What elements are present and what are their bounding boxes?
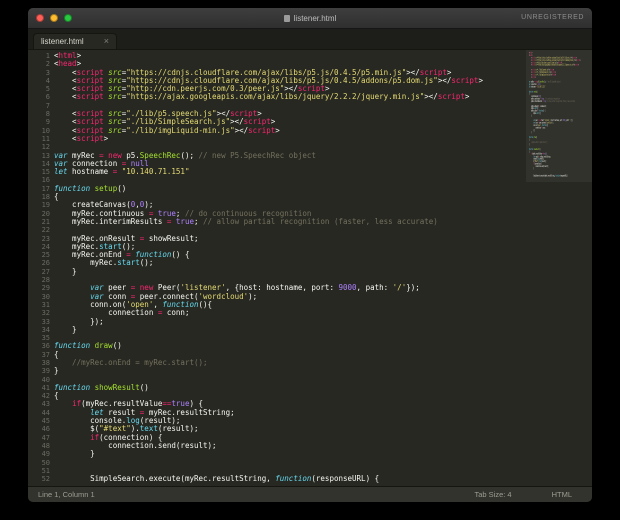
code-lines[interactable]: <html> <head> <script src="https://cdnjs.… (54, 50, 526, 486)
line-number: 44 (41, 408, 50, 417)
line-number: 24 (41, 242, 50, 251)
tab-size-indicator[interactable]: Tab Size: 4 (474, 490, 511, 499)
line-number: 17 (41, 184, 50, 193)
line-number: 38 (41, 358, 50, 367)
cursor-position-label: Line 1, Column 1 (38, 490, 95, 499)
code-line: } (54, 366, 59, 376)
code-line: } (54, 324, 77, 334)
minimap-content: <html> <head> <script src="https://cdnjs.… (529, 51, 581, 178)
line-number: 12 (41, 143, 50, 152)
line-number: 15 (41, 168, 50, 177)
line-number: 8 (45, 110, 50, 119)
code-line: }); (54, 316, 104, 326)
line-number: 40 (41, 375, 50, 384)
tab-bar: listener.html × (28, 29, 592, 50)
line-number: 34 (41, 325, 50, 334)
line-number: 36 (41, 342, 50, 351)
line-number: 7 (45, 101, 50, 110)
line-number: 23 (41, 234, 50, 243)
line-number: 39 (41, 367, 50, 376)
code-line: <script> (54, 133, 109, 143)
registration-status-label: UNREGISTERED (521, 14, 584, 21)
line-number: 28 (41, 276, 50, 285)
line-number: 45 (41, 417, 50, 426)
code-line: connection = conn; (54, 308, 190, 318)
line-number: 26 (41, 259, 50, 268)
line-number: 19 (41, 201, 50, 210)
code-line: <html> (54, 51, 82, 60)
code-line: myRec.interimResults = true; // allow pa… (54, 216, 438, 226)
line-number: 49 (41, 450, 50, 459)
close-window-button[interactable] (36, 14, 44, 22)
code-line: SimpleSearch.execute(myRec.resultString,… (54, 474, 380, 484)
traffic-lights (28, 14, 72, 22)
zoom-window-button[interactable] (64, 14, 72, 22)
line-number: 42 (41, 392, 50, 401)
code-line: connection.send(result); (54, 440, 217, 450)
line-number: 50 (41, 458, 50, 467)
window-title: listener.html (28, 14, 592, 23)
line-number: 29 (41, 284, 50, 293)
line-number: 25 (41, 251, 50, 260)
line-number: 10 (41, 126, 50, 135)
editor-area: 1 2 3 4 5 6 7 8 9 10 11 12 13 14 15 16 17 18 19 20 21 22 23 24 2… (28, 50, 592, 486)
code-line: function draw() (54, 341, 122, 351)
line-number: 30 (41, 292, 50, 301)
line-number: 52 (41, 475, 50, 484)
line-number: 48 (41, 441, 50, 450)
line-number: 41 (41, 383, 50, 392)
titlebar: listener.html UNREGISTERED (28, 8, 592, 29)
line-number: 9 (45, 118, 50, 127)
line-number: 3 (45, 68, 50, 77)
tab-listener-html[interactable]: listener.html × (33, 33, 117, 49)
line-number: 16 (41, 176, 50, 185)
code-line: <script src="./lib/imgLiquid-min.js"></s… (54, 125, 280, 135)
line-number: 22 (41, 226, 50, 235)
code-line: <script src="https://ajax.googleapis.com… (54, 92, 470, 102)
line-number: 33 (41, 317, 50, 326)
line-number: 13 (41, 151, 50, 160)
status-bar: Line 1, Column 1 Tab Size: 4 HTML (28, 486, 592, 502)
line-number: 35 (41, 334, 50, 343)
line-number: 2 (45, 60, 50, 69)
code-line: } (54, 266, 77, 276)
minimize-window-button[interactable] (50, 14, 58, 22)
code-line: //myRec.onEnd = myRec.start(); (54, 357, 208, 367)
tab-close-icon[interactable]: × (104, 37, 109, 46)
tab-label: listener.html (41, 37, 84, 46)
syntax-indicator[interactable]: HTML (552, 490, 572, 499)
line-number: 11 (41, 134, 50, 143)
line-number: 32 (41, 309, 50, 318)
code-line: let hostname = "10.140.71.151" (54, 167, 190, 177)
code-line: myRec.start(); (54, 258, 154, 268)
line-number: 37 (41, 350, 50, 359)
code-line: } (54, 449, 95, 459)
line-number: 6 (45, 93, 50, 102)
line-number: 5 (45, 85, 50, 94)
line-number: 43 (41, 400, 50, 409)
gutter: 1 2 3 4 5 6 7 8 9 10 11 12 13 14 15 16 17 18 19 20 21 22 23 24 2… (28, 50, 54, 486)
code-line: function showResult() (54, 382, 149, 392)
line-number: 20 (41, 209, 50, 218)
line-number: 1 (45, 52, 50, 60)
line-number: 27 (41, 267, 50, 276)
line-number: 46 (41, 425, 50, 434)
line-number: 18 (41, 193, 50, 202)
minimap[interactable]: <html> <head> <script src="https://cdnjs.… (526, 50, 592, 486)
line-number: 51 (41, 466, 50, 475)
line-number: 14 (41, 159, 50, 168)
line-number: 21 (41, 217, 50, 226)
document-icon (283, 14, 290, 22)
code-line: function setup() (54, 183, 127, 193)
line-number: 31 (41, 300, 50, 309)
sublime-window: listener.html UNREGISTERED listener.html… (28, 8, 592, 502)
line-number: 47 (41, 433, 50, 442)
line-number: 4 (45, 76, 50, 85)
